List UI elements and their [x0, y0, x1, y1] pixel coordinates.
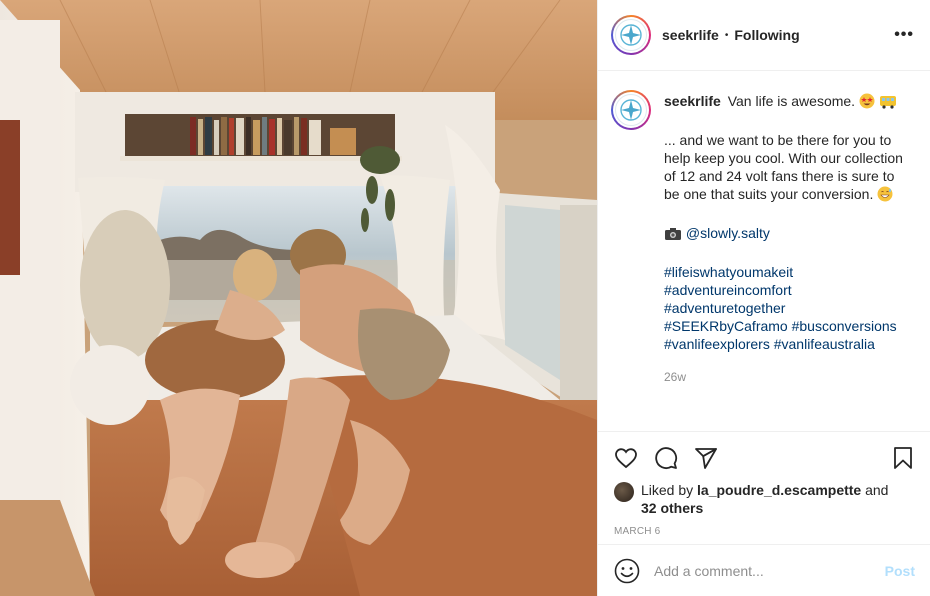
star-struck-emoji-icon [859, 93, 875, 113]
post-actions: Liked by la_poudre_d.escampette and 32 o… [598, 431, 930, 543]
hashtag-list: #lifeiswhatyoumakeit #adventureincomfort… [664, 263, 904, 353]
liker-avatar[interactable] [614, 482, 634, 502]
add-comment-bar: Post [598, 544, 930, 596]
hashtag-link[interactable]: #adventureincomfort [664, 282, 792, 298]
hashtag-link[interactable]: #adventuretogether [664, 300, 785, 316]
caption-first-line: Van life is awesome. [727, 93, 856, 109]
caption-text: seekrlife Van life is awesome. ... and w… [664, 92, 904, 430]
more-options-icon[interactable]: ••• [894, 26, 914, 44]
liked-and: and [865, 482, 889, 498]
hashtag-link[interactable]: #SEEKRbyCaframo #busconversions [664, 318, 897, 334]
post-date[interactable]: MARCH 6 [614, 526, 915, 537]
heart-icon[interactable] [614, 446, 638, 470]
compass-logo-icon [615, 94, 647, 126]
post-photo[interactable] [0, 0, 597, 596]
liked-by-summary: Liked by la_poudre_d.escampette and 32 o… [614, 481, 915, 517]
caption-body: ... and we want to be there for you to h… [664, 132, 903, 202]
credit-handle-link[interactable]: @slowly.salty [686, 225, 770, 241]
compass-logo-icon [615, 19, 647, 51]
liked-prefix: Liked by [641, 482, 694, 498]
grinning-sweat-emoji-icon [877, 186, 893, 206]
hashtag-link[interactable]: #vanlifeexplorers #vanlifeaustralia [664, 336, 875, 352]
post-comment-button[interactable]: Post [885, 563, 915, 579]
liker-username[interactable]: la_poudre_d.escampette [697, 482, 861, 498]
separator-dot: • [724, 29, 729, 41]
bookmark-icon[interactable] [891, 446, 915, 470]
comment-input[interactable] [654, 562, 885, 579]
caption-username[interactable]: seekrlife [664, 93, 721, 109]
caption-avatar[interactable] [611, 90, 651, 130]
comment-icon[interactable] [654, 446, 678, 470]
share-icon[interactable] [694, 446, 718, 470]
emoji-picker-icon[interactable] [614, 558, 640, 584]
post-header: seekrlife • Following ••• [598, 0, 930, 71]
camera-emoji-icon [664, 227, 682, 245]
van-interior-photo [0, 0, 597, 596]
caption-age[interactable]: 26w [664, 368, 904, 386]
author-username[interactable]: seekrlife [662, 27, 719, 43]
likes-others-link[interactable]: 32 others [641, 500, 703, 516]
bus-emoji-icon [879, 95, 897, 113]
following-button[interactable]: Following [734, 27, 799, 43]
post-side-panel: seekrlife • Following ••• seekrlife Van … [597, 0, 930, 596]
hashtag-link[interactable]: #lifeiswhatyoumakeit [664, 264, 793, 280]
author-avatar[interactable] [611, 15, 651, 55]
caption-area: seekrlife Van life is awesome. ... and w… [598, 72, 930, 430]
